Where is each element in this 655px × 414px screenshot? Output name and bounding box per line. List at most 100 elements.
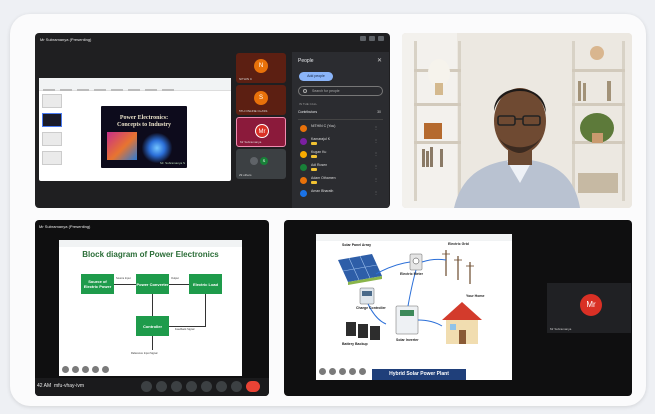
label-charge-controller: Charge Controller [356, 306, 386, 310]
search-icon [303, 89, 307, 93]
avatar: Mr [255, 124, 269, 138]
label-electric-grid: Electric Grid [448, 242, 469, 246]
participant-tile-active[interactable]: Mr Mr Subramanya [236, 117, 286, 147]
participant-name: NITHIN C (You) [311, 124, 336, 128]
label-electric-meter: Electric Meter [400, 272, 423, 276]
call-buttons[interactable] [141, 381, 260, 392]
label-source-input: Source Input [116, 277, 131, 280]
participant-tile[interactable]: S 5TH ONLINE CLASS [236, 85, 286, 115]
others-tile[interactable]: S 29 others [236, 149, 286, 179]
connector-line [169, 326, 206, 327]
participant-name: Mr Subramanya [240, 140, 262, 144]
avatar: S [254, 91, 268, 105]
block-converter: Power Converter [136, 274, 169, 294]
avatar [300, 125, 307, 132]
block-load: Electric Load [189, 274, 222, 294]
search-placeholder: Search for people [312, 89, 340, 93]
mic-button[interactable] [141, 381, 152, 392]
participant-tile[interactable]: N NITHIN C [236, 53, 286, 83]
participant-row[interactable]: Kamarajul K ⋮ [300, 136, 382, 147]
participant-row[interactable]: Kugan Ku ⋮ [300, 149, 382, 160]
participant-name: Adam Othamen [311, 176, 336, 180]
presenter-camera-feed [402, 33, 632, 208]
connector-line [205, 294, 206, 326]
more-icon[interactable]: ⋮ [374, 190, 378, 195]
window-controls[interactable] [360, 36, 384, 41]
captions-button[interactable] [171, 381, 182, 392]
label-solar-panel: Solar Panel Array [342, 243, 372, 247]
more-icon[interactable]: ⋮ [374, 151, 378, 156]
more-icon[interactable]: ⋮ [374, 125, 378, 130]
meeting-title: Mr Subramanya (Presenting) [39, 224, 91, 229]
avatar: Mr [580, 294, 602, 316]
avatar [300, 138, 307, 145]
meet-block-diagram-window: Mr Subramanya (Presenting) Block diagram… [35, 220, 269, 396]
slide-title: Power Electronics: Concepts to Industry [116, 115, 171, 128]
participant-name: Aman Bharath [311, 189, 334, 193]
participant-row[interactable]: NITHIN C (You) ⋮ [300, 123, 382, 134]
avatar: N [254, 59, 268, 73]
contributors-count: 30 [377, 110, 381, 114]
current-slide: Power Electronics: Concepts to Industry … [101, 106, 187, 168]
slide-image [107, 132, 137, 160]
participant-row[interactable]: Adam Othamen ⋮ [300, 175, 382, 186]
participant-row[interactable]: Adi Rosen ⋮ [300, 162, 382, 173]
participant-name: 5TH ONLINE CLASS [239, 109, 268, 113]
avatar [300, 190, 307, 197]
solar-diagram-graphic [338, 250, 482, 344]
more-options-button[interactable] [231, 381, 242, 392]
add-people-button[interactable]: Add people [299, 72, 333, 81]
label-feedback: Feedback Signal [175, 328, 195, 331]
participant-name: Adi Rosen [311, 163, 328, 167]
avatar [300, 164, 307, 171]
viewer-controls[interactable] [319, 368, 366, 375]
label-reference: Reference Input Signal [131, 352, 158, 355]
search-people-input[interactable]: Search for people [298, 86, 383, 96]
participant-row[interactable]: Aman Bharath ⋮ [300, 188, 382, 199]
meeting-time: 42 AM [37, 383, 52, 389]
viewer-toolbar[interactable] [59, 240, 242, 247]
viewer-controls[interactable] [62, 366, 109, 373]
badge-icon [311, 155, 317, 158]
block-controller: Controller [136, 316, 169, 336]
contributors-label: Contributors [298, 110, 318, 114]
solar-diagram-title: Hybrid Solar Power Plant [372, 369, 466, 380]
raise-hand-button[interactable] [216, 381, 227, 392]
more-icon[interactable]: ⋮ [374, 138, 378, 143]
meet-control-bar: 42 AM mfu-vhay-ivm [35, 378, 269, 396]
contributors-header[interactable]: Contributors 30 [298, 110, 383, 120]
more-icon[interactable]: ⋮ [374, 164, 378, 169]
participant-name: Mr Subramanya [550, 327, 572, 331]
participant-name: Kugan Ku [311, 150, 327, 154]
avatar: S [260, 157, 268, 165]
connector-line [169, 284, 189, 285]
shared-diagram-window: Block diagram of Power Electronics Sourc… [59, 240, 242, 376]
badge-icon [311, 181, 317, 184]
present-button[interactable] [201, 381, 212, 392]
meeting-code: mfu-vhay-ivm [54, 383, 85, 389]
people-panel-title: People [298, 58, 314, 64]
shared-slides-window: Power Electronics: Concepts to Industry … [39, 78, 231, 181]
connector-line [152, 294, 153, 316]
presenter-video-image [402, 33, 632, 208]
leave-call-button[interactable] [246, 381, 260, 392]
connector-line [152, 336, 153, 350]
emoji-button[interactable] [186, 381, 197, 392]
label-output: Output [171, 277, 179, 280]
more-icon[interactable]: ⋮ [374, 177, 378, 182]
self-view-tile[interactable]: Mr Mr Subramanya [547, 283, 631, 333]
avatar [300, 177, 307, 184]
people-panel: People ✕ Add people Search for people IN… [292, 52, 389, 208]
slides-menubar[interactable] [39, 78, 231, 91]
badge-icon [311, 142, 317, 145]
close-icon[interactable]: ✕ [377, 57, 382, 64]
camera-button[interactable] [156, 381, 167, 392]
badge-icon [311, 168, 317, 171]
avatar [300, 151, 307, 158]
label-solar-inverter: Solar Inverter [396, 338, 419, 342]
participant-name: NITHIN C [239, 77, 252, 81]
participant-name: Kamarajul K [311, 137, 331, 141]
others-count: 29 others [239, 173, 252, 177]
meet-presentation-window: Mr Subramanya (Presenting) Power Electro… [35, 33, 390, 208]
slide-thumbnails[interactable] [42, 94, 64, 178]
